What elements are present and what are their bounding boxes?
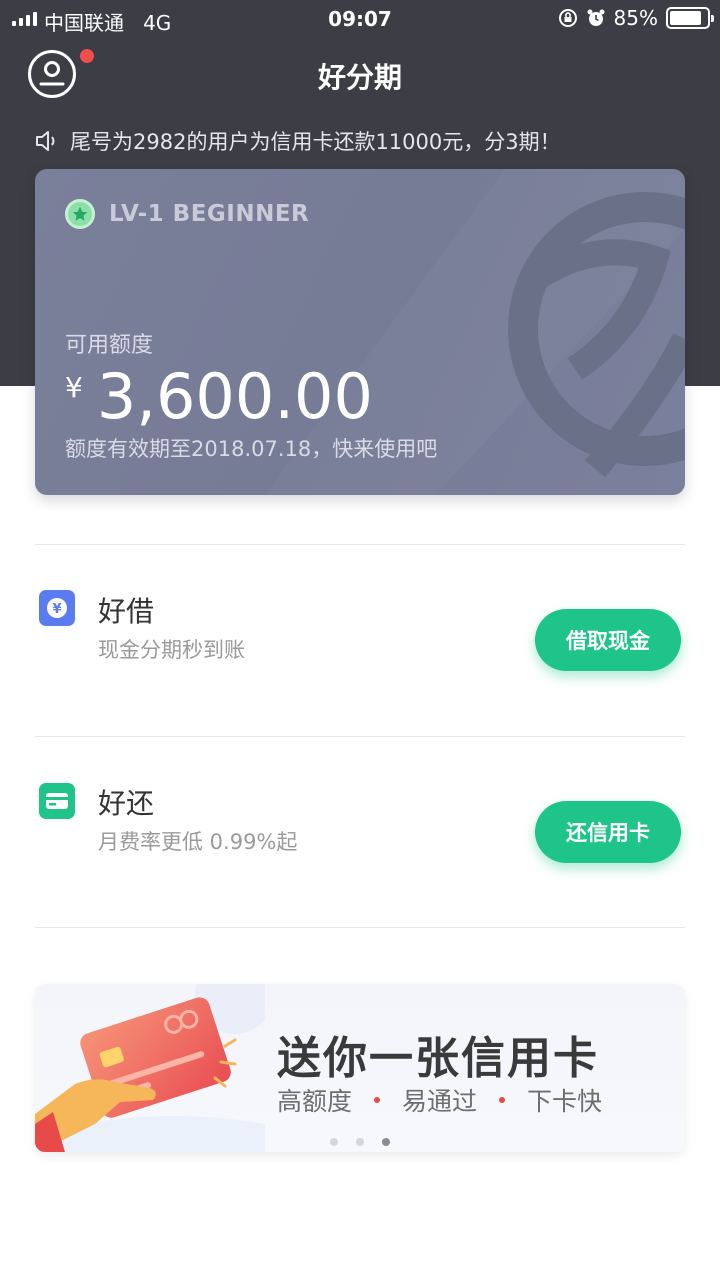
borrow-cash-button[interactable]: 借取现金 [535, 609, 681, 671]
banner-feature: 易通过 [402, 1087, 478, 1116]
available-limit-label: 可用额度 [65, 333, 154, 358]
separator-dot [499, 1097, 506, 1103]
available-amount: ¥ 3,600.00 [65, 361, 373, 433]
banner-title: 送你一张信用卡 [277, 1033, 599, 1084]
divider [35, 544, 685, 545]
announcement-text: 尾号为2982的用户为信用卡还款11000元，分3期！ [70, 130, 561, 154]
separator-dot [374, 1097, 381, 1103]
battery-fill [670, 11, 701, 25]
banner-feature: 下卡快 [527, 1087, 603, 1116]
alarm-icon [586, 8, 606, 28]
carousel-indicator[interactable] [35, 1138, 685, 1146]
page-title: 好分期 [317, 61, 402, 94]
card-icon [39, 783, 75, 819]
status-right: 85% [558, 6, 714, 30]
promo-banner[interactable]: 送你一张信用卡 高额度 易通过 下卡快 [35, 984, 685, 1152]
star-badge-icon [65, 199, 95, 229]
yuan-coin-icon: ¥ [39, 590, 75, 626]
hand-holding-card-illustration [35, 984, 265, 1152]
divider [35, 927, 685, 928]
level-indicator: LV-1 BEGINNER [65, 199, 309, 229]
service-subtitle: 月费率更低 0.99%起 [98, 830, 298, 854]
divider [35, 736, 685, 737]
amount-value: 3,600.00 [96, 360, 373, 433]
banner-features: 高额度 易通过 下卡快 [277, 1082, 602, 1118]
currency-symbol: ¥ [65, 371, 83, 404]
level-text: LV-1 BEGINNER [109, 201, 310, 227]
announcement-bar[interactable]: 尾号为2982的用户为信用卡还款11000元，分3期！ [34, 126, 561, 156]
speaker-icon [36, 131, 55, 151]
repay-credit-card-button[interactable]: 还信用卡 [535, 801, 681, 863]
svg-text:¥: ¥ [52, 602, 61, 617]
service-subtitle: 现金分期秒到账 [98, 638, 245, 662]
carousel-dot[interactable] [356, 1138, 364, 1146]
battery-percent: 85% [613, 6, 658, 30]
status-bar: 中国联通 4G 09:07 85% [0, 0, 720, 38]
expire-text: 额度有效期至2018.07.18，快来使用吧 [65, 437, 438, 461]
service-title: 好借 [98, 595, 155, 628]
orientation-lock-icon [558, 8, 578, 28]
carousel-dot[interactable] [382, 1138, 390, 1146]
service-title: 好还 [98, 787, 155, 820]
carousel-dot[interactable] [330, 1138, 338, 1146]
credit-limit-card[interactable]: LV-1 BEGINNER 可用额度 ¥ 3,600.00 额度有效期至2018… [35, 169, 685, 495]
battery-icon [666, 7, 714, 29]
banner-feature: 高额度 [277, 1087, 353, 1116]
